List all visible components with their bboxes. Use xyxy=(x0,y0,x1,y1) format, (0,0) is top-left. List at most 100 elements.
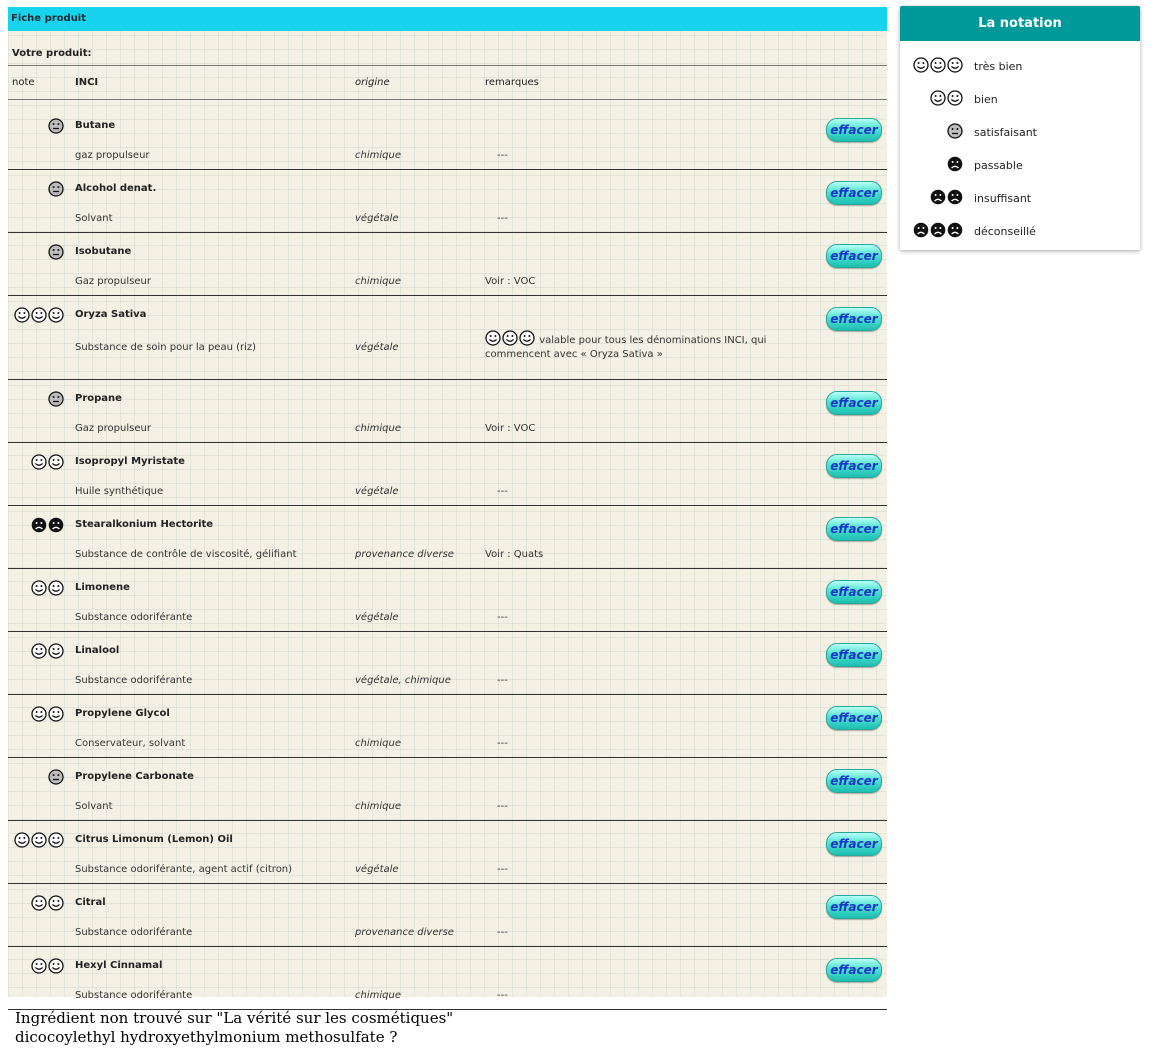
remark: --- xyxy=(497,150,508,161)
delete-button[interactable]: effacer xyxy=(826,244,882,268)
neutral-face-icon xyxy=(48,244,64,260)
delete-button[interactable]: effacer xyxy=(826,643,882,667)
smile-face-icon xyxy=(48,706,64,722)
ingredient-function: Substance odoriférante, agent actif (cit… xyxy=(75,864,293,875)
table-row: Propylene Carbonate Solvant chimique --- eff… xyxy=(8,758,887,821)
delete-button[interactable]: effacer xyxy=(826,307,882,331)
smile-face-icon xyxy=(14,307,30,323)
panel-title: Fiche produit xyxy=(8,7,887,31)
table-row: Citral Substance odoriférante provenance d… xyxy=(8,884,887,947)
remark: Voir : VOC xyxy=(485,423,536,434)
smile-face-icon xyxy=(14,832,30,848)
delete-button[interactable]: effacer xyxy=(826,181,882,205)
ingredient-list: Butane gaz propulseur chimique --- effacer Al… xyxy=(8,107,887,1010)
remark: --- xyxy=(497,864,508,875)
smile-face-icon xyxy=(48,895,64,911)
ingredient-function: Solvant xyxy=(75,801,113,812)
table-row: Alcohol denat. Solvant végétale --- effacer xyxy=(8,170,887,233)
ingredient-function: Huile synthétique xyxy=(75,486,164,497)
smile-face-icon xyxy=(48,958,64,974)
ingredient-function: gaz propulseur xyxy=(75,150,150,161)
legend-item: satisfaisant xyxy=(900,123,1140,143)
inci-name: Alcohol denat. xyxy=(75,183,157,194)
smile-face-icon xyxy=(913,57,929,73)
ingredient-origin: végétale, chimique xyxy=(355,675,451,686)
legend-title: La notation xyxy=(900,6,1140,41)
remark: --- xyxy=(497,213,508,224)
inci-name: Linalool xyxy=(75,645,120,656)
smile-face-icon xyxy=(31,454,47,470)
ingredient-origin: chimique xyxy=(355,738,401,749)
rating-faces xyxy=(13,832,64,848)
rating-faces xyxy=(929,189,963,205)
inci-name: Citrus Limonum (Lemon) Oil xyxy=(75,834,233,845)
delete-button[interactable]: effacer xyxy=(826,958,882,982)
legend-label: très bien xyxy=(974,60,1023,73)
delete-button[interactable]: effacer xyxy=(826,517,882,541)
neutral-face-icon xyxy=(48,118,64,134)
legend-item: déconseillé xyxy=(900,222,1140,242)
delete-button[interactable]: effacer xyxy=(826,706,882,730)
ingredient-function: Gaz propulseur xyxy=(75,276,151,287)
neutral-face-icon xyxy=(48,769,64,785)
table-row: Butane gaz propulseur chimique --- effacer xyxy=(8,107,887,170)
ingredient-function: Substance odoriférante xyxy=(75,927,193,938)
remark: --- xyxy=(497,927,508,938)
frown-face-icon xyxy=(947,156,963,172)
smile-face-icon xyxy=(947,90,963,106)
ingredient-function: Substance odoriférante xyxy=(75,675,193,686)
table-row: Propane Gaz propulseur chimique Voir : VOC e… xyxy=(8,380,887,443)
delete-button[interactable]: effacer xyxy=(826,391,882,415)
legend-label: bien xyxy=(974,93,998,106)
rating-faces xyxy=(47,244,64,260)
neutral-face-icon xyxy=(48,391,64,407)
delete-button[interactable]: effacer xyxy=(826,769,882,793)
delete-button[interactable]: effacer xyxy=(826,832,882,856)
inci-name: Butane xyxy=(75,120,116,131)
neutral-face-icon xyxy=(947,123,963,139)
rating-faces xyxy=(30,958,64,974)
frown-face-icon xyxy=(930,189,946,205)
inci-name: Hexyl Cinnamal xyxy=(75,960,163,971)
ingredient-origin: chimique xyxy=(355,423,401,434)
product-sheet-panel: Fiche produit Votre produit: note INCI o… xyxy=(8,7,887,1010)
frown-face-icon xyxy=(913,222,929,238)
ingredient-origin: végétale xyxy=(355,213,399,224)
remark: valable pour tous les dénominations INCI… xyxy=(485,330,820,362)
delete-button[interactable]: effacer xyxy=(826,580,882,604)
rating-faces xyxy=(30,706,64,722)
smile-face-icon xyxy=(485,330,501,346)
frown-face-icon xyxy=(947,189,963,205)
ingredient-origin: provenance diverse xyxy=(355,927,454,938)
legend-item: bien xyxy=(900,90,1140,110)
smile-face-icon xyxy=(48,580,64,596)
rating-faces xyxy=(47,769,64,785)
rating-faces xyxy=(13,307,64,323)
smile-face-icon xyxy=(930,90,946,106)
smile-face-icon xyxy=(930,57,946,73)
inci-name: Stearalkonium Hectorite xyxy=(75,519,214,530)
rating-faces xyxy=(47,118,64,134)
smile-face-icon xyxy=(31,958,47,974)
smile-face-icon xyxy=(31,580,47,596)
header-note: note xyxy=(12,77,35,88)
delete-button[interactable]: effacer xyxy=(826,895,882,919)
divider xyxy=(8,65,887,66)
unknown-ingredient: dicocoylethyl hydroxyethylmonium methosu… xyxy=(15,1028,398,1046)
legend-label: déconseillé xyxy=(974,225,1036,238)
legend-label: passable xyxy=(974,159,1023,172)
remark: --- xyxy=(497,990,508,1001)
ingredient-origin: chimique xyxy=(355,801,401,812)
rating-faces xyxy=(30,580,64,596)
delete-button[interactable]: effacer xyxy=(826,454,882,478)
table-row: Isobutane Gaz propulseur chimique Voir : VO… xyxy=(8,233,887,296)
smile-face-icon xyxy=(31,307,47,323)
legend-item: très bien xyxy=(900,57,1140,77)
header-origin: origine xyxy=(355,77,390,88)
header-inci: INCI xyxy=(75,77,99,88)
delete-button[interactable]: effacer xyxy=(826,118,882,142)
table-row: Stearalkonium Hectorite Substance de cont… xyxy=(8,506,887,569)
rating-legend: La notation très bien bien satisfaisant pas… xyxy=(900,6,1140,250)
not-found-notice: Ingrédient non trouvé sur "La vérité sur… xyxy=(15,1009,453,1047)
remark: Voir : VOC xyxy=(485,276,536,287)
